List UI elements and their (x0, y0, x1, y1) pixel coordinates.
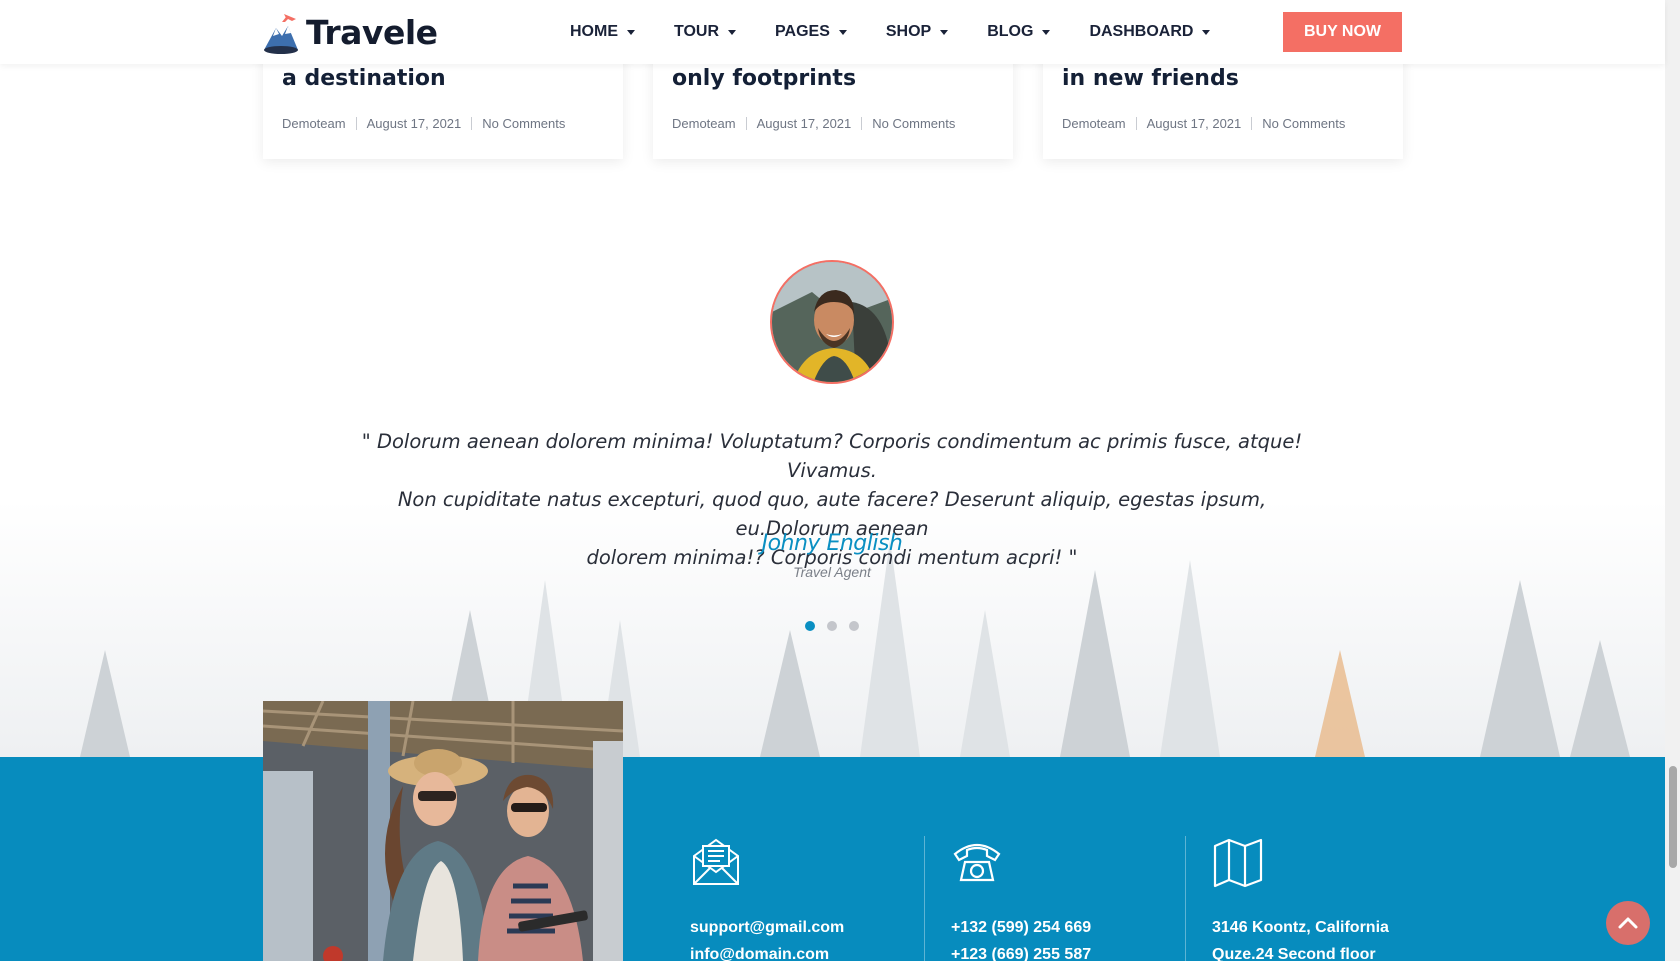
testimonial-author: Johny English (761, 531, 903, 556)
email-primary[interactable]: support@gmail.com (690, 919, 844, 937)
column-divider (924, 836, 925, 961)
phone-secondary[interactable]: +123 (669) 255 587 (951, 946, 1091, 961)
carousel-dot-3[interactable] (849, 621, 859, 631)
caret-down-icon (728, 29, 737, 35)
nav-label: BLOG (987, 23, 1034, 40)
post-comments[interactable]: No Comments (1262, 116, 1345, 131)
page-scrollbar[interactable] (1665, 0, 1680, 961)
nav-item-shop[interactable]: SHOP (885, 23, 949, 41)
site-header: Travele HOME TOUR PAGES SHOP BLOG DASHBO… (0, 0, 1665, 64)
nav-label: SHOP (885, 23, 932, 40)
blog-card-title[interactable]: in new friends (1062, 66, 1239, 91)
phone-primary[interactable]: +132 (599) 254 669 (951, 919, 1091, 937)
nav-item-blog[interactable]: BLOG (987, 23, 1051, 41)
meta-divider (471, 117, 473, 130)
contact-phone-column: +132 (599) 254 669 +123 (669) 255 587 (951, 836, 1191, 961)
telephone-icon (953, 843, 1001, 882)
traveler-portrait-image (772, 262, 892, 382)
carousel-dot-1[interactable] (805, 621, 815, 631)
post-comments[interactable]: No Comments (872, 116, 955, 131)
email-secondary[interactable]: info@domain.com (690, 946, 829, 961)
blog-card-meta: Demoteam August 17, 2021 No Comments (282, 116, 565, 131)
buy-now-button[interactable]: BUY NOW (1283, 12, 1402, 52)
carousel-dot-2[interactable] (827, 621, 837, 631)
meta-divider (1251, 117, 1253, 130)
nav-item-home[interactable]: HOME (570, 23, 635, 41)
meta-divider (861, 117, 863, 130)
caret-down-icon (940, 29, 949, 35)
nav-item-tour[interactable]: TOUR (674, 23, 737, 41)
blog-card-title[interactable]: a destination (282, 66, 446, 91)
travelers-photo (263, 701, 623, 961)
brand-logo[interactable]: Travele (262, 10, 438, 54)
meta-divider (355, 117, 357, 130)
meta-divider (745, 117, 747, 130)
post-author[interactable]: Demoteam (282, 116, 346, 131)
nav-label: HOME (570, 23, 618, 40)
post-comments[interactable]: No Comments (482, 116, 565, 131)
contact-address-column: 3146 Koontz, California Quze.24 Second f… (1212, 836, 1472, 961)
blog-card-meta: Demoteam August 17, 2021 No Comments (672, 116, 955, 131)
caret-down-icon (838, 29, 847, 35)
map-icon (1213, 838, 1263, 888)
post-date[interactable]: August 17, 2021 (757, 116, 852, 131)
caret-down-icon (1202, 29, 1211, 35)
nav-item-dashboard[interactable]: DASHBOARD (1089, 23, 1211, 41)
chevron-up-icon (1618, 917, 1638, 929)
contact-email-column: support@gmail.com info@domain.com (690, 836, 930, 961)
nav-label: DASHBOARD (1089, 23, 1194, 40)
testimonial-avatar (770, 260, 894, 384)
brand-name: Travele (306, 12, 438, 52)
mountain-plane-logo-icon (264, 14, 298, 54)
post-author[interactable]: Demoteam (1062, 116, 1126, 131)
address-line-2: Quze.24 Second floor (1212, 946, 1376, 961)
meta-divider (1135, 117, 1137, 130)
blog-card-meta: Demoteam August 17, 2021 No Comments (1062, 116, 1345, 131)
blog-card-title[interactable]: only footprints (672, 66, 856, 91)
post-author[interactable]: Demoteam (672, 116, 736, 131)
testimonial-role: Travel Agent (793, 564, 871, 580)
envelope-icon (693, 838, 739, 885)
nav-item-pages[interactable]: PAGES (775, 23, 847, 41)
nav-label: PAGES (775, 23, 830, 40)
post-date[interactable]: August 17, 2021 (1147, 116, 1242, 131)
two-women-traveling-image (263, 701, 623, 961)
main-nav: HOME TOUR PAGES SHOP BLOG DASHBOARD (570, 0, 1249, 64)
caret-down-icon (1042, 29, 1051, 35)
nav-label: TOUR (674, 23, 720, 40)
address-line-1: 3146 Koontz, California (1212, 919, 1389, 936)
caret-down-icon (627, 29, 635, 35)
carousel-pagination (805, 621, 859, 631)
back-to-top-button[interactable] (1606, 901, 1650, 945)
quote-line: " Dolorum aenean dolorem minima! Volupta… (361, 430, 1303, 482)
column-divider (1185, 836, 1186, 961)
post-date[interactable]: August 17, 2021 (367, 116, 462, 131)
scrollbar-thumb[interactable] (1669, 766, 1677, 868)
